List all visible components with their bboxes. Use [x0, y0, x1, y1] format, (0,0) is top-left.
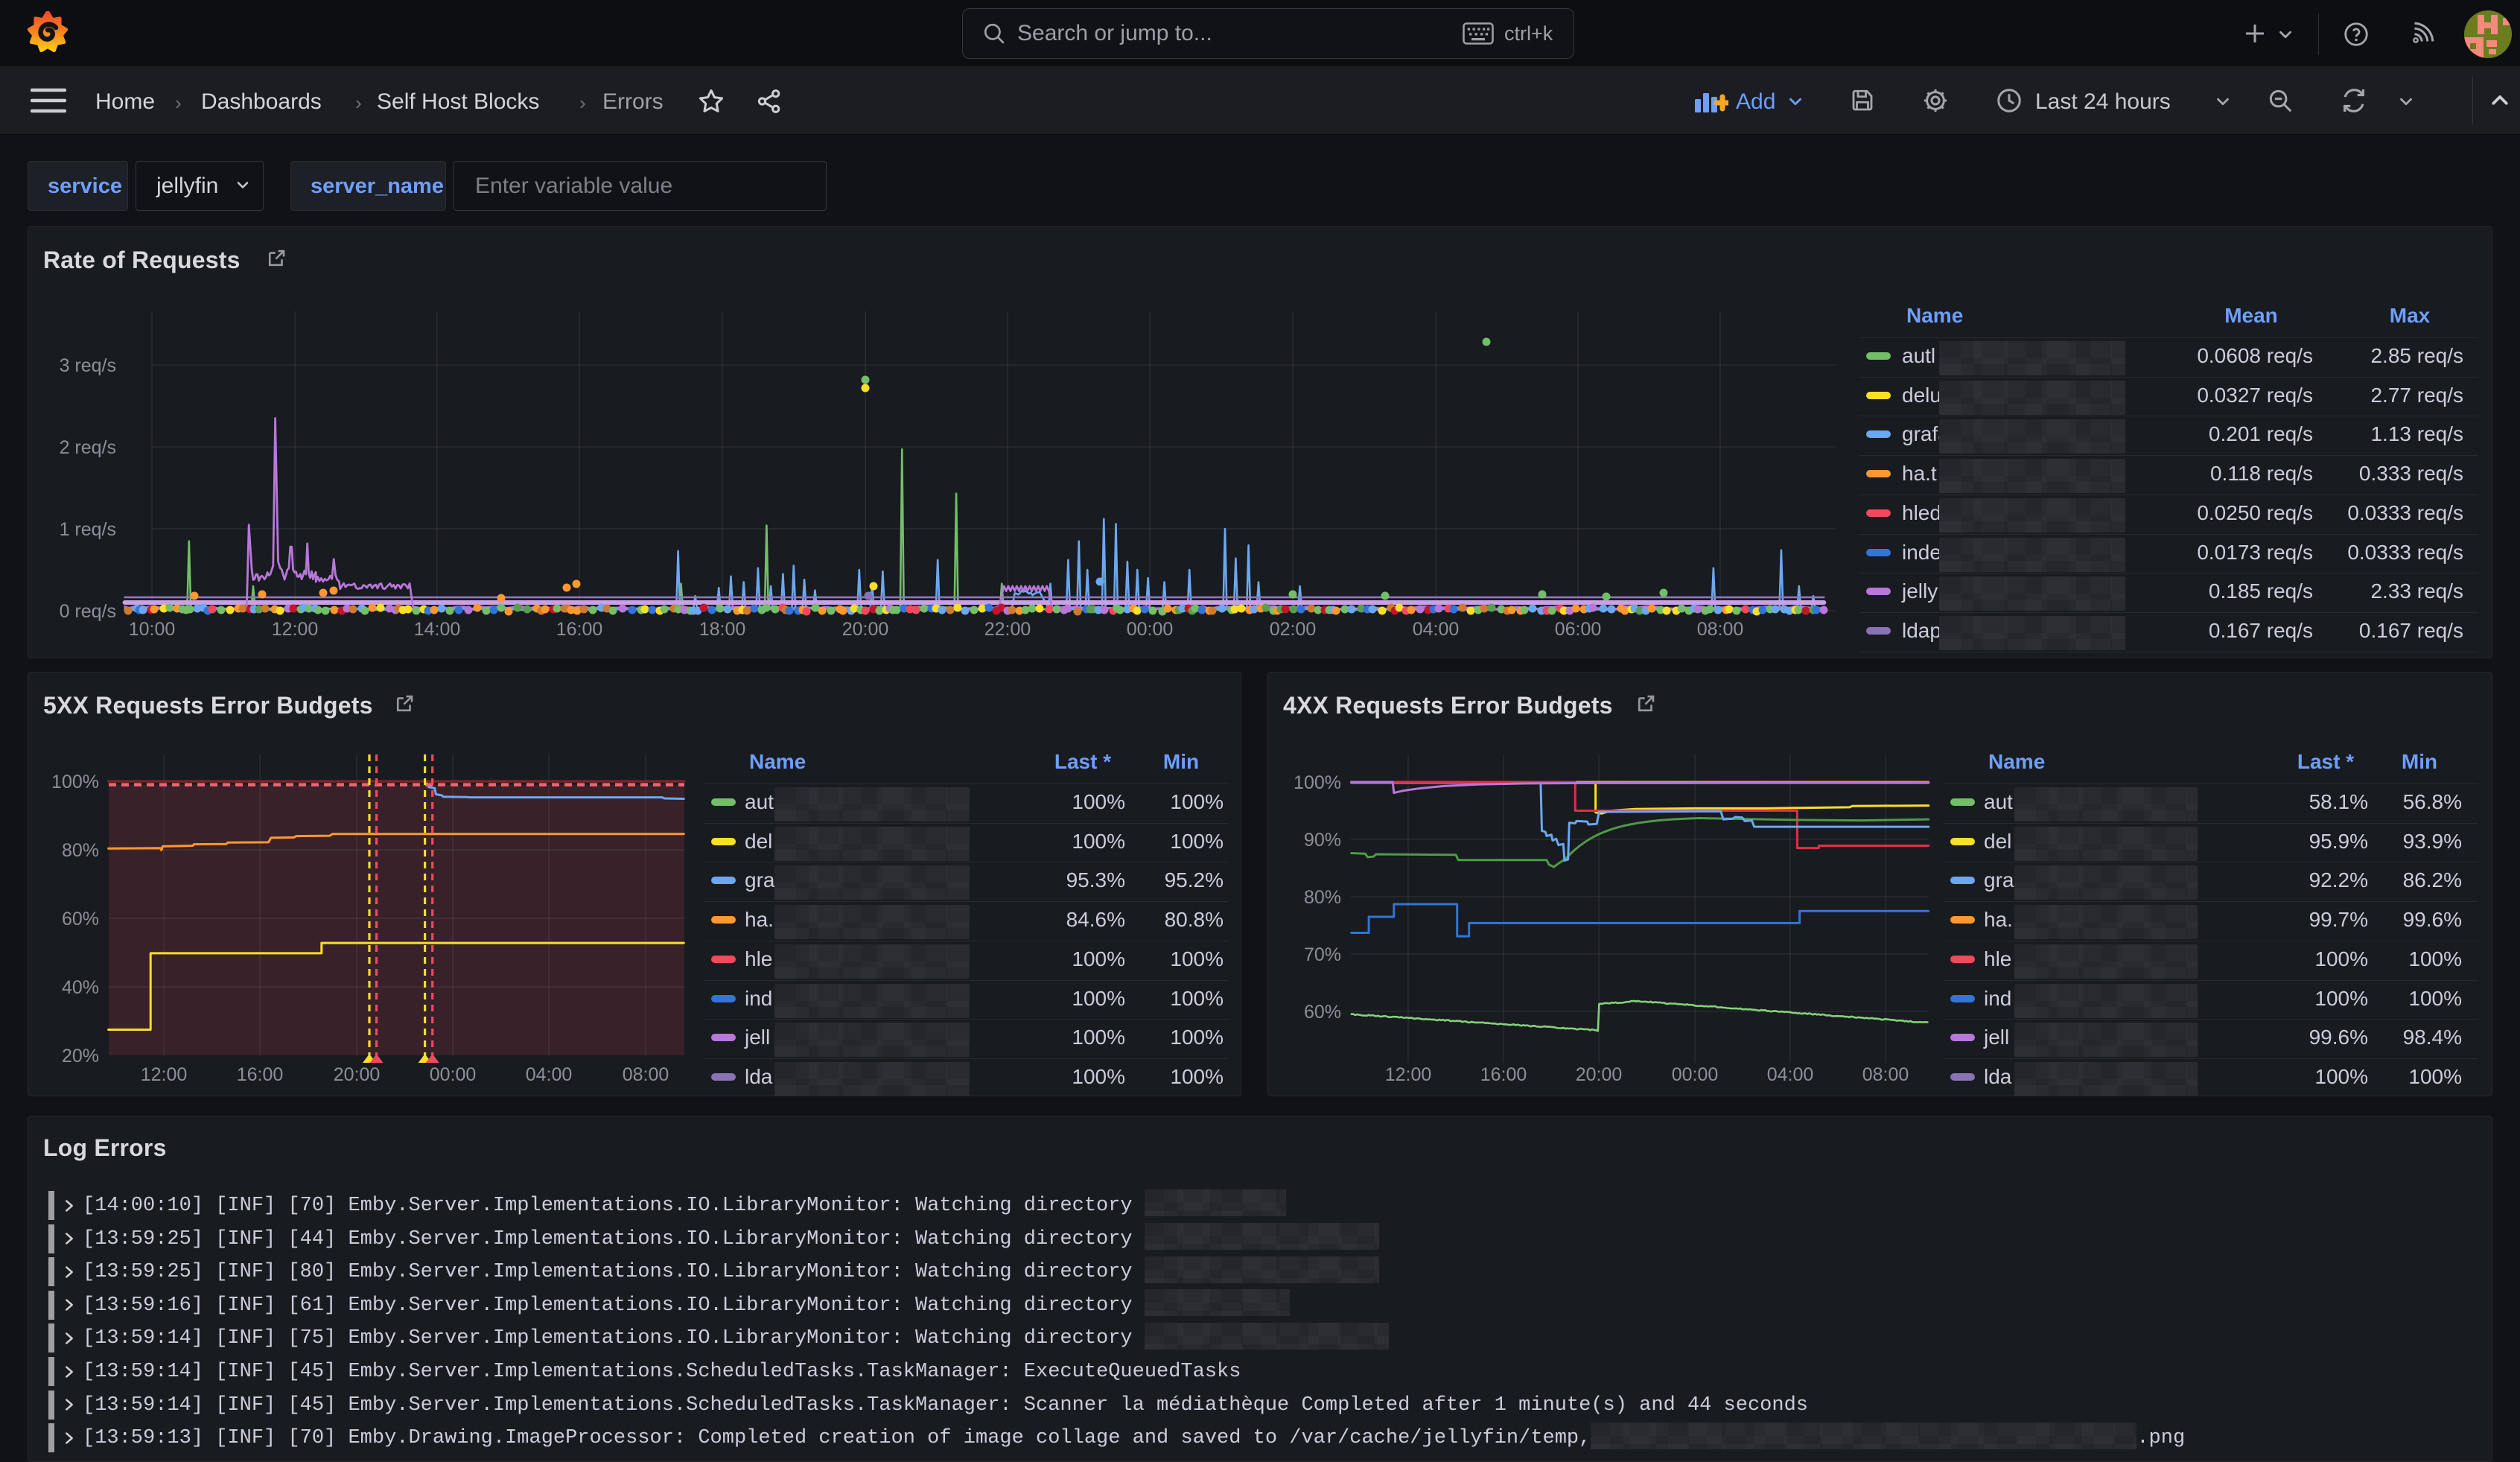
- svg-text:3 req/s: 3 req/s: [60, 355, 116, 376]
- svg-text:12:00: 12:00: [272, 619, 319, 640]
- svg-text:06:00: 06:00: [1555, 619, 1602, 640]
- svg-text:08:00: 08:00: [623, 1064, 669, 1085]
- svg-text:20:00: 20:00: [1576, 1064, 1623, 1085]
- svg-text:10:00: 10:00: [129, 619, 176, 640]
- svg-text:20:00: 20:00: [842, 619, 889, 640]
- svg-text:18:00: 18:00: [699, 619, 746, 640]
- svg-text:60%: 60%: [62, 909, 99, 929]
- svg-text:00:00: 00:00: [430, 1064, 477, 1085]
- svg-text:16:00: 16:00: [1480, 1064, 1527, 1085]
- svg-text:16:00: 16:00: [556, 619, 603, 640]
- svg-text:60%: 60%: [1304, 1002, 1341, 1023]
- svg-text:00:00: 00:00: [1672, 1064, 1719, 1085]
- svg-text:12:00: 12:00: [141, 1064, 188, 1085]
- svg-text:2 req/s: 2 req/s: [60, 437, 116, 458]
- svg-text:0 req/s: 0 req/s: [60, 601, 116, 622]
- svg-text:20:00: 20:00: [334, 1064, 381, 1085]
- svg-text:1 req/s: 1 req/s: [60, 519, 116, 540]
- svg-text:16:00: 16:00: [237, 1064, 284, 1085]
- svg-text:20%: 20%: [62, 1046, 99, 1067]
- svg-text:00:00: 00:00: [1127, 619, 1174, 640]
- svg-text:04:00: 04:00: [1767, 1064, 1814, 1085]
- svg-text:40%: 40%: [62, 977, 99, 998]
- svg-text:80%: 80%: [1304, 887, 1341, 908]
- svg-text:08:00: 08:00: [1862, 1064, 1909, 1085]
- svg-text:100%: 100%: [1294, 772, 1341, 793]
- svg-text:70%: 70%: [1304, 944, 1341, 965]
- svg-text:04:00: 04:00: [526, 1064, 573, 1085]
- svg-text:04:00: 04:00: [1413, 619, 1460, 640]
- svg-text:80%: 80%: [62, 840, 99, 861]
- svg-text:100%: 100%: [51, 772, 99, 792]
- svg-text:22:00: 22:00: [984, 619, 1031, 640]
- svg-text:14:00: 14:00: [414, 619, 461, 640]
- svg-text:08:00: 08:00: [1697, 619, 1744, 640]
- svg-text:90%: 90%: [1304, 830, 1341, 851]
- svg-text:02:00: 02:00: [1270, 619, 1317, 640]
- svg-text:12:00: 12:00: [1385, 1064, 1432, 1085]
